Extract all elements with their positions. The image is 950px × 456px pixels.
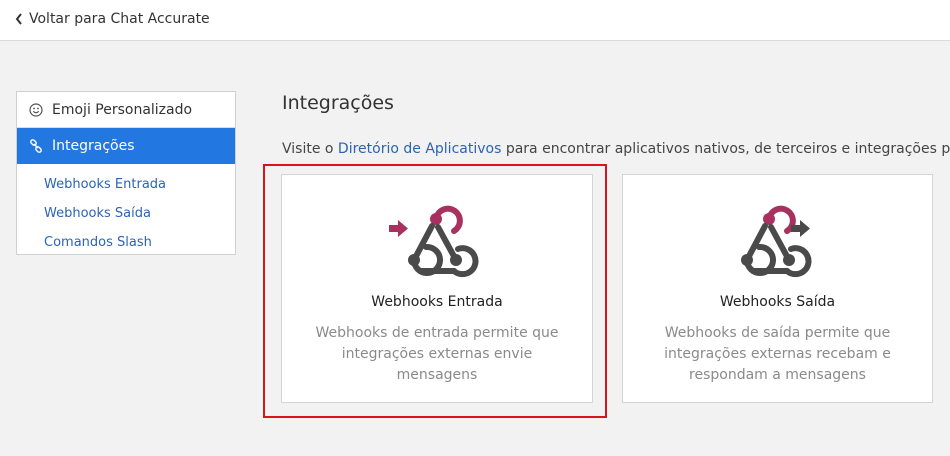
back-link-label: Voltar para Chat Accurate — [29, 11, 210, 27]
card-title: Webhooks Saída — [719, 294, 836, 310]
card-description: Webhooks de entrada permite que integraç… — [315, 325, 559, 383]
incoming-webhook-icon — [389, 205, 479, 278]
sidebar-item-integrations[interactable]: Integrações — [17, 128, 235, 164]
outgoing-webhooks-card[interactable]: Webhooks Saída Webhooks de saída permite… — [622, 174, 933, 403]
back-link[interactable]: Voltar para Chat Accurate — [14, 11, 210, 27]
app-directory-link[interactable]: Diretório de Aplicativos — [338, 141, 501, 157]
sidebar-subitem-webhooks-entrada[interactable]: Webhooks Entrada — [17, 170, 235, 199]
sidebar-subitem-comandos-slash[interactable]: Comandos Slash — [17, 228, 235, 257]
incoming-webhooks-card[interactable]: Webhooks Entrada Webhooks de entrada per… — [281, 174, 593, 403]
smiley-icon — [29, 102, 43, 117]
sidebar-item-label: Integrações — [52, 138, 135, 154]
link-icon — [30, 139, 42, 153]
page-title: Integrações — [282, 92, 394, 114]
intro-text: Visite o Diretório de Aplicativos para e… — [282, 141, 950, 157]
outgoing-webhook-icon — [741, 205, 812, 278]
sidebar-subitem-webhooks-saida[interactable]: Webhooks Saída — [17, 199, 235, 228]
sidebar-item-label: Emoji Personalizado — [52, 101, 193, 118]
chevron-left-icon — [15, 13, 22, 25]
intro-suffix: para encontrar aplicativos nativos, de t… — [505, 141, 950, 157]
sidebar-item-emoji[interactable]: Emoji Personalizado — [17, 92, 235, 128]
card-description: Webhooks de saída permite que integraçõe… — [664, 325, 891, 383]
sidebar-subitems: Webhooks Entrada Webhooks Saída Comandos… — [17, 164, 235, 257]
intro-prefix: Visite o — [282, 141, 338, 157]
top-bar: Voltar para Chat Accurate — [0, 0, 950, 41]
sidebar: Emoji Personalizado Integrações Webhooks… — [16, 91, 236, 255]
card-title: Webhooks Entrada — [371, 294, 503, 310]
